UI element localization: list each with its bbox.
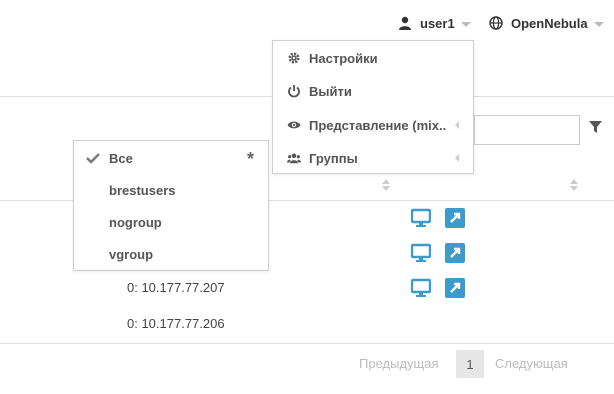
globe-icon — [489, 16, 503, 30]
pagination-previous[interactable]: Предыдущая — [359, 356, 439, 371]
open-external-icon[interactable] — [445, 208, 465, 228]
chevron-left-icon — [455, 154, 459, 162]
power-icon — [287, 84, 301, 98]
search-input[interactable] — [474, 115, 580, 145]
chevron-left-icon — [455, 121, 459, 129]
menu-item-logout[interactable]: Выйти — [273, 74, 473, 108]
row-ip: 0: 10.177.77.207 — [127, 280, 225, 295]
zone-menu-toggle[interactable]: OpenNebula — [489, 14, 604, 32]
group-item-label: brestusers — [109, 182, 176, 198]
user-dropdown-menu: Настройки Выйти Представление (mix.. Гру… — [272, 40, 474, 174]
chevron-down-icon — [460, 21, 471, 27]
group-item-nogroup[interactable]: nogroup — [74, 205, 268, 239]
group-item-all[interactable]: Все * — [74, 141, 268, 175]
group-item-vgroup[interactable]: vgroup — [74, 237, 268, 271]
sort-icon[interactable] — [570, 178, 578, 191]
pagination-next[interactable]: Следующая — [495, 356, 568, 371]
vnc-monitor-icon[interactable] — [410, 208, 432, 228]
menu-item-label: Группы — [309, 150, 358, 166]
row-ip: 0: 10.177.77.206 — [127, 316, 225, 331]
menu-item-label: Выйти — [309, 83, 352, 99]
open-external-icon[interactable] — [445, 278, 465, 298]
group-item-label: Все — [109, 150, 133, 166]
menu-item-label: Представление (mix.. — [309, 117, 447, 133]
group-item-label: nogroup — [109, 214, 162, 230]
eye-icon — [287, 118, 301, 132]
user-menu-toggle[interactable]: user1 — [398, 14, 471, 32]
filter-icon[interactable] — [589, 121, 602, 134]
users-icon — [287, 151, 301, 165]
default-marker: * — [246, 149, 254, 169]
user-icon — [398, 16, 412, 30]
check-icon — [86, 151, 100, 165]
user-name: user1 — [420, 15, 455, 31]
sort-icon[interactable] — [382, 178, 390, 191]
app-page: user1 OpenNebula 0: 10.177.77.207 0: 10.… — [0, 0, 614, 394]
menu-item-settings[interactable]: Настройки — [273, 41, 473, 75]
open-external-icon[interactable] — [445, 243, 465, 263]
zone-name: OpenNebula — [511, 15, 588, 31]
menu-item-groups[interactable]: Группы — [273, 141, 473, 175]
group-item-brestusers[interactable]: brestusers — [74, 173, 268, 207]
gear-icon — [287, 51, 301, 65]
group-item-label: vgroup — [109, 246, 154, 262]
chevron-down-icon — [593, 21, 604, 27]
menu-item-label: Настройки — [309, 50, 378, 66]
table-bottom-divider — [0, 343, 614, 344]
group-filter-dropdown: Все * brestusers nogroup vgroup — [73, 140, 269, 271]
menu-item-view[interactable]: Представление (mix.. — [273, 108, 473, 142]
vnc-monitor-icon[interactable] — [410, 278, 432, 298]
pagination-current-page[interactable]: 1 — [456, 350, 484, 378]
vnc-monitor-icon[interactable] — [410, 243, 432, 263]
